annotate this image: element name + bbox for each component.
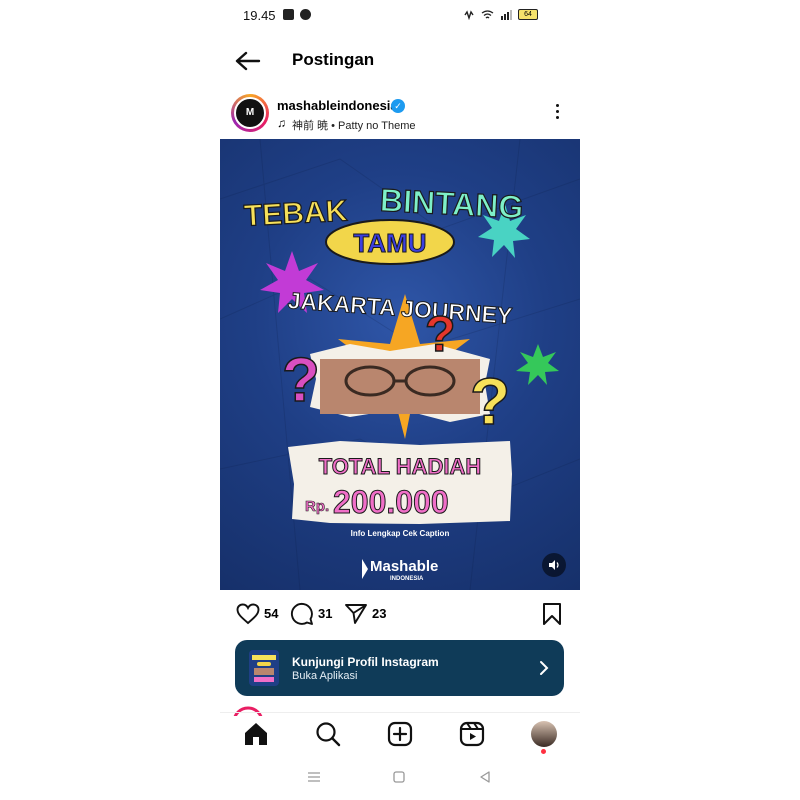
- status-notification-icons: [283, 9, 311, 20]
- status-time: 19.45: [243, 8, 276, 23]
- music-note-icon: ♫: [277, 116, 286, 130]
- comment-count[interactable]: 31: [318, 606, 332, 621]
- brand-sub: INDONESIA: [390, 576, 424, 582]
- music-track[interactable]: 神前 暁 • Patty no Theme: [292, 117, 415, 133]
- send-icon[interactable]: [344, 603, 368, 625]
- banner-thumbnail: [249, 650, 279, 686]
- caption-note: Info Lengkap Cek Caption: [351, 529, 450, 538]
- chevron-right-icon: [540, 661, 549, 675]
- verified-badge-icon: ✓: [391, 99, 405, 113]
- bookmark-icon[interactable]: [542, 602, 562, 626]
- home-icon[interactable]: [243, 721, 269, 747]
- comment-icon[interactable]: [290, 602, 314, 626]
- poster-title-bintang: BINTANG: [379, 182, 524, 225]
- plus-square-icon[interactable]: [387, 721, 413, 747]
- avatar-logo: M: [234, 97, 266, 129]
- shopping-bag-icon: [283, 9, 294, 20]
- volume-button[interactable]: [542, 553, 566, 577]
- nav-divider: [220, 712, 580, 713]
- question-mark-yellow: ?: [470, 364, 510, 438]
- back-arrow-icon[interactable]: [234, 50, 262, 72]
- prize-currency: Rp.: [305, 498, 329, 515]
- prize-amount: 200.000: [333, 484, 449, 520]
- system-back-icon[interactable]: [479, 771, 491, 783]
- poster-title-tamu: TAMU: [353, 228, 426, 258]
- share-count[interactable]: 23: [372, 606, 386, 621]
- signal-icon: [501, 9, 512, 20]
- banner-title: Kunjungi Profil Instagram: [292, 655, 439, 669]
- search-icon[interactable]: [315, 721, 341, 747]
- poster-title-tebak: TEBAK: [243, 195, 348, 233]
- wifi-icon: [481, 9, 494, 18]
- face-photo: [320, 359, 480, 414]
- prize-label: TOTAL HADIAH: [319, 454, 482, 479]
- page-title: Postingan: [292, 50, 375, 69]
- avatar[interactable]: M: [231, 94, 269, 132]
- question-mark-red: ?: [425, 306, 456, 362]
- profile-avatar[interactable]: [531, 721, 557, 747]
- vibrate-icon: [464, 9, 474, 20]
- battery-icon: 64: [518, 9, 538, 20]
- visit-profile-banner[interactable]: Kunjungi Profil Instagram Buka Aplikasi: [235, 640, 564, 696]
- more-options-icon[interactable]: [552, 104, 562, 124]
- recent-apps-icon[interactable]: [307, 772, 321, 782]
- reels-icon[interactable]: [459, 721, 485, 747]
- app-notification-icon: [300, 9, 311, 20]
- post-image[interactable]: TEBAK BINTANG TAMU JAKARTA JOURNEY ? ? ?…: [220, 139, 580, 590]
- question-mark-magenta: ?: [282, 346, 320, 415]
- username[interactable]: mashableindonesia: [277, 98, 398, 113]
- mashable-logo-icon: [362, 559, 368, 579]
- banner-subtitle: Buka Aplikasi: [292, 670, 358, 682]
- status-right-icons: 64: [463, 9, 538, 20]
- system-home-icon[interactable]: [393, 771, 405, 783]
- speaker-icon: [549, 560, 559, 570]
- next-post-avatar-peek: [233, 706, 263, 716]
- like-count[interactable]: 54: [264, 606, 278, 621]
- heart-icon[interactable]: [236, 603, 260, 625]
- brand-name: Mashable: [370, 558, 438, 575]
- notification-dot: [541, 749, 546, 754]
- starburst-green: [516, 344, 559, 385]
